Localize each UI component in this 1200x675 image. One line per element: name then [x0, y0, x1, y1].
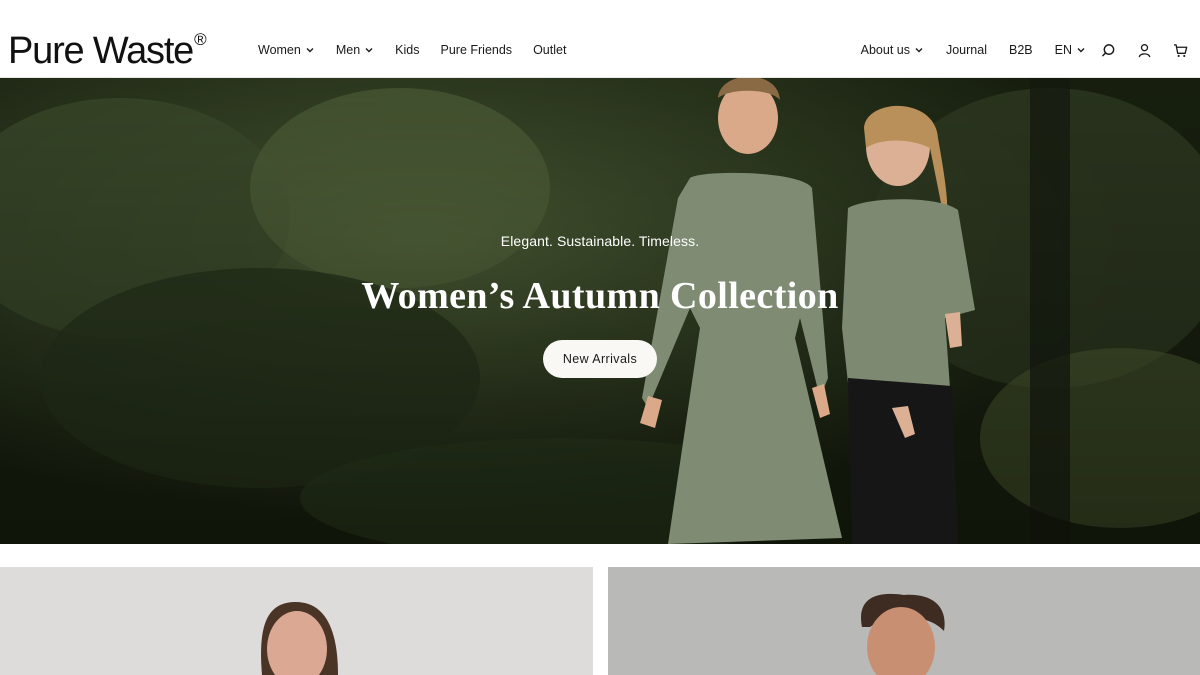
nav-item-label: Outlet: [533, 43, 567, 57]
nav-item-women[interactable]: Women: [258, 40, 315, 60]
brand-name: Pure Waste: [8, 30, 194, 72]
nav-item-label: B2B: [1008, 43, 1033, 57]
nav-item-pure-friends[interactable]: Pure Friends: [441, 40, 513, 60]
nav-item-kids[interactable]: Kids: [395, 40, 419, 60]
women-tile-photo: [0, 567, 593, 675]
nav-item-outlet[interactable]: Outlet: [533, 40, 566, 60]
language-selector[interactable]: EN: [1055, 40, 1086, 60]
chevron-down-icon: [305, 45, 315, 55]
nav-item-label: Men: [335, 43, 361, 57]
nav-item-about-us[interactable]: About us: [861, 40, 924, 60]
chevron-down-icon: [1076, 45, 1086, 55]
site-header: Pure Waste® Women Men Kids Pure Friends …: [0, 0, 1200, 78]
registered-mark: ®: [194, 30, 207, 49]
hero-tagline: Elegant. Sustainable. Timeless.: [500, 233, 700, 249]
account-icon[interactable]: [1136, 42, 1152, 58]
new-arrivals-button[interactable]: New Arrivals: [543, 340, 657, 378]
men-tile-photo: [608, 567, 1200, 675]
nav-item-label: Kids: [395, 43, 420, 57]
nav-item-label: About us: [860, 43, 910, 57]
chevron-down-icon: [364, 45, 374, 55]
nav-item-label: Pure Friends: [440, 43, 513, 57]
language-label: EN: [1054, 43, 1072, 57]
chevron-down-icon: [914, 45, 924, 55]
brand-logo[interactable]: Pure Waste®: [8, 18, 207, 73]
category-tile-men[interactable]: [608, 567, 1200, 675]
main-nav: Women Men Kids Pure Friends Outlet: [258, 40, 587, 60]
nav-item-label: Journal: [945, 43, 987, 57]
utility-nav: About us Journal B2B EN: [839, 40, 1188, 60]
search-icon[interactable]: [1100, 42, 1116, 58]
cart-icon[interactable]: [1172, 42, 1188, 58]
hero-title: Women’s Autumn Collection: [361, 275, 839, 317]
hero-banner: Elegant. Sustainable. Timeless. Women’s …: [0, 78, 1200, 544]
nav-item-men[interactable]: Men: [336, 40, 374, 60]
category-tile-women[interactable]: [0, 567, 593, 675]
nav-item-b2b[interactable]: B2B: [1009, 40, 1033, 60]
nav-item-journal[interactable]: Journal: [946, 40, 987, 60]
nav-item-label: Women: [258, 43, 301, 57]
